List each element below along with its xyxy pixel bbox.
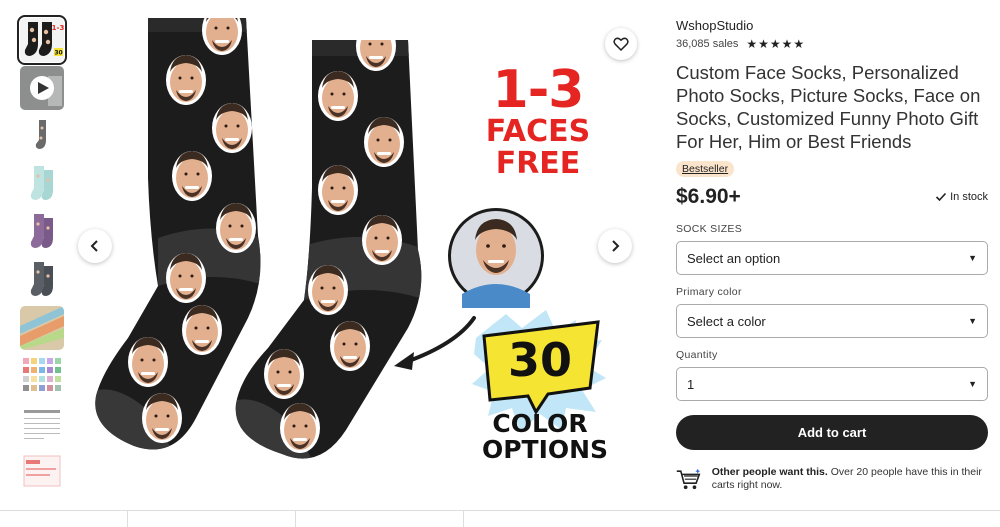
bottom-segment-3: [296, 511, 464, 527]
thumbnail-4[interactable]: [20, 162, 64, 206]
stock-status: In stock: [935, 191, 988, 203]
caret-down-icon: ▼: [968, 379, 977, 389]
caret-down-icon: ▼: [968, 316, 977, 326]
primary-color-select[interactable]: Select a color ▼: [676, 304, 988, 338]
chevron-right-icon: [612, 240, 620, 252]
face-portrait: [448, 208, 544, 308]
bottom-segment-2: [128, 511, 296, 527]
primary-color-label: Primary color: [676, 286, 742, 298]
chevron-left-icon: [90, 240, 98, 252]
social-proof: Other people want this. Over 20 people h…: [676, 466, 988, 494]
price-row: $6.90+ In stock: [676, 185, 988, 209]
bestseller-badge[interactable]: Bestseller: [676, 161, 735, 177]
burst-line-color: COLOR: [492, 409, 588, 438]
svg-text:30: 30: [54, 50, 62, 57]
shop-stats: 36,085 sales ★★★★★: [676, 37, 988, 51]
sales-count: 36,085 sales: [676, 38, 739, 50]
product-title: Custom Face Socks, Personalized Photo So…: [676, 62, 981, 152]
thumbnail-1[interactable]: 1-3 30: [17, 15, 67, 65]
quantity-label: Quantity: [676, 349, 718, 361]
arrow-graphic: [404, 316, 476, 364]
product-price: $6.90+: [676, 185, 741, 208]
thumbnail-6[interactable]: [20, 258, 64, 302]
main-product-image: 1-3 FACES FREE 30 COLOR OPTIONS: [76, 18, 642, 488]
svg-text:1-3: 1-3: [52, 24, 64, 32]
promo-faces-label: FACES: [485, 114, 591, 149]
burst-number: 30: [507, 333, 572, 387]
social-proof-text: Other people want this. Over 20 people h…: [712, 466, 988, 492]
favorite-button[interactable]: [605, 28, 637, 60]
thumbnail-9[interactable]: [20, 402, 64, 446]
product-page: 1-3 30 1-3 FACES FREE 30 COLOR OPTIONS W…: [0, 0, 1000, 527]
shop-name-link[interactable]: WshopStudio: [676, 18, 988, 33]
bottom-strip: [0, 510, 1000, 527]
checkmark-icon: [936, 192, 947, 202]
thumbnail-list: 1-3 30: [17, 15, 67, 498]
cart-icon: [676, 468, 701, 490]
product-info-panel: WshopStudio 36,085 sales ★★★★★ Custom Fa…: [676, 18, 988, 494]
thumbnail-3[interactable]: [20, 114, 64, 158]
burst-line-options: OPTIONS: [481, 435, 609, 464]
rating-stars[interactable]: ★★★★★: [746, 37, 805, 51]
sock-sizes-label: SOCK SIZES: [676, 223, 743, 235]
thumbnail-5[interactable]: [20, 210, 64, 254]
add-to-cart-button[interactable]: Add to cart: [676, 415, 988, 450]
bottom-segment-1: [0, 511, 128, 527]
stock-text: In stock: [950, 191, 988, 203]
next-image-button[interactable]: [598, 229, 632, 263]
caret-down-icon: ▼: [968, 253, 977, 263]
promo-faces-count: 1-3: [492, 60, 585, 120]
primary-color-value: Select a color: [687, 313, 766, 329]
heart-icon: [613, 37, 629, 52]
social-proof-bold: Other people want this.: [711, 466, 828, 478]
sock-sizes-select[interactable]: Select an option ▼: [676, 241, 988, 275]
quantity-select[interactable]: 1 ▼: [676, 367, 988, 401]
thumbnail-8[interactable]: [20, 354, 64, 398]
previous-image-button[interactable]: [78, 229, 112, 263]
sock-sizes-value: Select an option: [687, 250, 781, 266]
thumbnail-10[interactable]: [20, 450, 64, 494]
promo-free-label: FREE: [495, 146, 581, 181]
quantity-value: 1: [687, 376, 695, 392]
thumbnail-2-video[interactable]: [20, 66, 64, 110]
thumbnail-7[interactable]: [20, 306, 64, 350]
